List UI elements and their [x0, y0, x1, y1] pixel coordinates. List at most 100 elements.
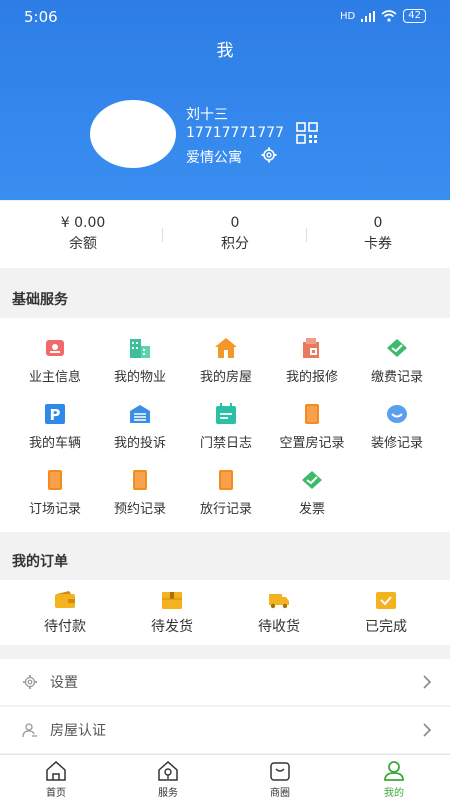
- order-pending-payment[interactable]: 待付款: [15, 590, 115, 636]
- coupons-label: 卡券: [364, 236, 392, 252]
- service-my-complaints[interactable]: 我的投诉: [95, 402, 185, 451]
- user-community: 爱情公寓: [186, 150, 242, 166]
- home-icon: [46, 760, 66, 781]
- signal-icon: [361, 10, 376, 22]
- service-my-house[interactable]: 我的房屋: [181, 336, 271, 385]
- coupons-value: 0: [373, 215, 383, 231]
- service-label: 发票: [298, 502, 325, 517]
- service-label: 业主信息: [28, 370, 81, 385]
- points-value: 0: [230, 215, 240, 231]
- package-icon: [162, 592, 182, 609]
- chevron-right-icon: [423, 675, 432, 689]
- profile-icon: [384, 761, 404, 781]
- balance-label: 余额: [69, 236, 97, 252]
- decoration-record-icon: [387, 405, 407, 423]
- service-my-property[interactable]: 我的物业: [95, 336, 185, 385]
- appointment-icon: [133, 470, 147, 490]
- balance-stat[interactable]: ¥ 0.00 余额: [8, 215, 158, 253]
- service-release-records[interactable]: 放行记录: [181, 468, 271, 517]
- service-label: 放行记录: [199, 502, 252, 517]
- service-my-repair[interactable]: 我的报修: [267, 336, 357, 385]
- complaint-icon: [130, 405, 150, 423]
- tab-home[interactable]: 首页: [0, 760, 112, 799]
- profile-header: 5:06 HD 42 我 刘十三 17717771777 爱情公寓: [0, 0, 450, 200]
- tab-shop[interactable]: 商圈: [224, 760, 336, 799]
- shop-icon: [270, 762, 290, 781]
- community-settings-icon[interactable]: [260, 146, 278, 164]
- service-label: 装修记录: [370, 436, 423, 451]
- tab-label: 我的: [384, 788, 404, 799]
- truck-icon: [269, 594, 289, 609]
- basic-services-grid: 业主信息 我的物业 我的房屋 我的报修 缴费记录 P 我的车辆 我的投诉 门禁日…: [0, 318, 450, 532]
- points-stat[interactable]: 0 积分: [160, 215, 310, 253]
- venue-booking-icon: [48, 470, 62, 490]
- order-label: 已完成: [365, 619, 407, 635]
- owner-info-icon: [46, 340, 64, 356]
- service-label: 预约记录: [113, 502, 166, 517]
- service-label: 门禁日志: [199, 436, 252, 451]
- avatar[interactable]: [90, 100, 176, 168]
- svg-text:P: P: [50, 406, 61, 424]
- tab-profile[interactable]: 我的: [338, 760, 450, 799]
- service-vacant-house[interactable]: 空置房记录: [267, 402, 357, 451]
- service-label: 我的报修: [285, 370, 338, 385]
- house-verification-row[interactable]: 房屋认证: [0, 707, 450, 753]
- property-building-icon: [130, 339, 150, 358]
- service-label: 我的物业: [113, 370, 166, 385]
- service-access-log[interactable]: 门禁日志: [181, 402, 271, 451]
- service-invoice[interactable]: 发票: [267, 468, 357, 517]
- page-title: 我: [216, 41, 234, 61]
- my-orders-title: 我的订单: [12, 554, 68, 570]
- invoice-icon: [302, 471, 322, 489]
- balance-value: ¥ 0.00: [60, 215, 106, 231]
- chevron-right-icon: [423, 723, 432, 737]
- service-venue-booking[interactable]: 订场记录: [10, 468, 100, 517]
- access-log-icon: [216, 403, 236, 424]
- service-label: 我的投诉: [113, 436, 166, 451]
- points-label: 积分: [221, 236, 249, 252]
- service-label: 订场记录: [28, 502, 81, 517]
- house-verification-label: 房屋认证: [50, 723, 106, 739]
- status-bar: 5:06 HD 42: [0, 0, 450, 34]
- network-type: HD: [340, 10, 356, 22]
- service-appointments[interactable]: 预约记录: [95, 468, 185, 517]
- service-my-vehicles[interactable]: P 我的车辆: [10, 402, 100, 451]
- payment-record-icon: [387, 339, 407, 357]
- user-phone: 17717771777: [186, 125, 284, 141]
- order-label: 待发货: [151, 619, 193, 635]
- status-time: 5:06: [24, 8, 58, 26]
- repair-icon: [303, 338, 319, 358]
- service-icon: [158, 760, 178, 781]
- coupons-stat[interactable]: 0 卡券: [303, 215, 450, 253]
- order-completed[interactable]: 已完成: [336, 590, 436, 636]
- order-pending-shipment[interactable]: 待发货: [122, 590, 222, 636]
- user-name: 刘十三: [186, 107, 228, 123]
- settings-label: 设置: [50, 675, 78, 691]
- settings-row[interactable]: 设置: [0, 659, 450, 705]
- battery-indicator: 42: [403, 9, 426, 23]
- order-pending-receipt[interactable]: 待收货: [229, 590, 329, 636]
- service-label: 我的车辆: [28, 436, 81, 451]
- my-orders-row: 待付款 待发货 待收货 已完成: [0, 580, 450, 645]
- service-label: 空置房记录: [279, 436, 345, 451]
- wallet-icon: [55, 591, 75, 608]
- service-label: 我的房屋: [199, 370, 252, 385]
- service-label: 缴费记录: [370, 370, 423, 385]
- service-decoration-records[interactable]: 装修记录: [352, 402, 442, 451]
- house-icon: [215, 338, 237, 358]
- gear-icon: [23, 675, 37, 689]
- tab-service[interactable]: 服务: [112, 760, 224, 799]
- release-record-icon: [219, 470, 233, 490]
- qr-code-icon[interactable]: [296, 122, 324, 144]
- service-payment-records[interactable]: 缴费记录: [352, 336, 442, 385]
- basic-services-title: 基础服务: [12, 292, 68, 308]
- completed-box-icon: [376, 592, 396, 609]
- tab-label: 首页: [46, 788, 66, 799]
- order-label: 待收货: [258, 619, 300, 635]
- tab-label: 商圈: [270, 788, 290, 799]
- order-label: 待付款: [44, 619, 86, 635]
- service-owner-info[interactable]: 业主信息: [10, 336, 100, 385]
- person-verify-icon: [22, 723, 37, 738]
- parking-icon: P: [45, 404, 65, 424]
- vacant-house-icon: [305, 404, 319, 424]
